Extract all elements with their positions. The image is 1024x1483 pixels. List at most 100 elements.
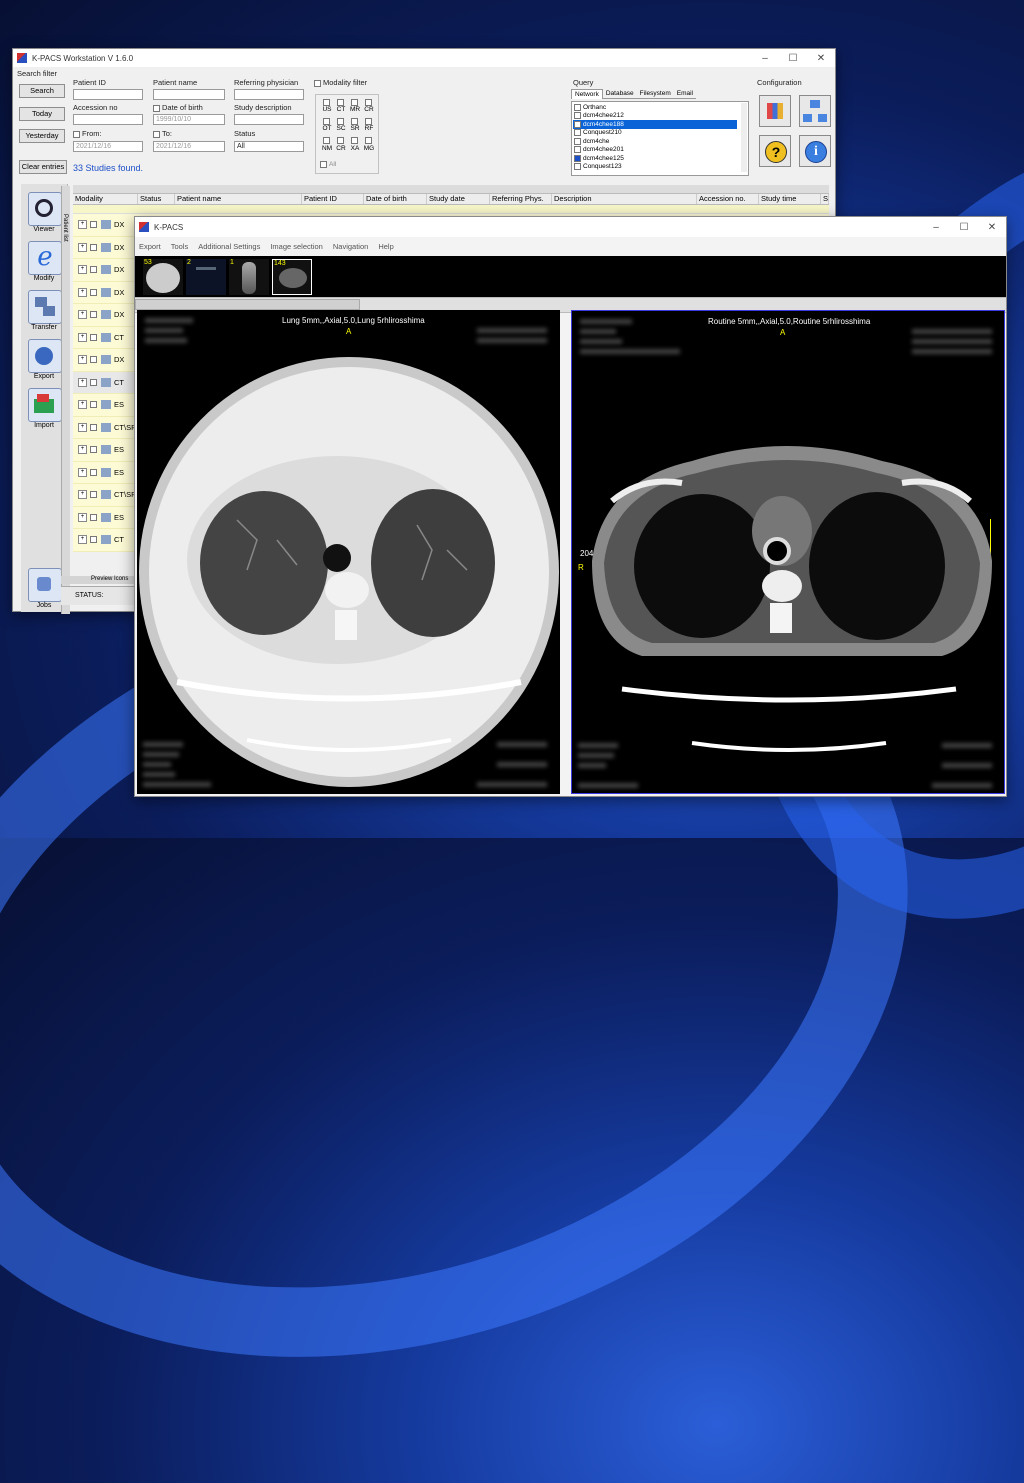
table-top-scrollbar[interactable] bbox=[73, 185, 829, 194]
col-date-of-birth[interactable]: Date of birth bbox=[364, 194, 427, 204]
tab-email[interactable]: Email bbox=[673, 89, 696, 99]
col-status[interactable]: Status bbox=[138, 194, 175, 204]
to-date-input[interactable]: 2021/12/16 bbox=[153, 141, 225, 152]
menu-export[interactable]: Export bbox=[139, 242, 161, 251]
modify-icon[interactable]: e bbox=[28, 241, 62, 275]
close-button[interactable]: ✕ bbox=[807, 53, 835, 64]
row-checkbox[interactable] bbox=[90, 356, 97, 364]
row-checkbox[interactable] bbox=[90, 491, 97, 499]
modality-sr[interactable]: SR bbox=[348, 118, 362, 132]
col-study-date[interactable]: Study date bbox=[427, 194, 490, 204]
expand-row-icon[interactable]: + bbox=[78, 287, 87, 297]
col-modality[interactable]: Modality bbox=[73, 194, 138, 204]
maximize-button[interactable]: ☐ bbox=[779, 53, 807, 64]
row-checkbox[interactable] bbox=[90, 266, 97, 274]
row-checkbox[interactable] bbox=[90, 423, 97, 431]
query-node[interactable]: dcm4chee212 bbox=[573, 112, 737, 121]
jobs-icon[interactable] bbox=[28, 568, 62, 602]
today-button[interactable]: Today bbox=[19, 107, 65, 121]
right-viewport[interactable]: Routine 5mm,,Axial,5.0,Routine 5rhliross… bbox=[571, 310, 1005, 794]
col-s[interactable]: S bbox=[821, 194, 829, 204]
row-checkbox[interactable] bbox=[90, 446, 97, 454]
row-checkbox[interactable] bbox=[90, 311, 97, 319]
from-date-input[interactable]: 2021/12/16 bbox=[73, 141, 143, 152]
expand-row-icon[interactable]: + bbox=[78, 310, 87, 320]
menu-help[interactable]: Help bbox=[378, 242, 393, 251]
config-database-icon[interactable] bbox=[759, 95, 791, 127]
modality-nm[interactable]: NM bbox=[320, 137, 334, 152]
study-description-input[interactable] bbox=[234, 114, 304, 125]
query-node[interactable]: dcm4chee125 bbox=[573, 154, 737, 163]
dob-input[interactable]: 1999/10/10 bbox=[153, 114, 225, 125]
minimize-button[interactable]: – bbox=[922, 222, 950, 233]
row-checkbox[interactable] bbox=[90, 401, 97, 409]
patient-list-tab[interactable]: Patient list bbox=[61, 186, 70, 614]
row-checkbox[interactable] bbox=[90, 536, 97, 544]
transfer-icon[interactable] bbox=[28, 290, 62, 324]
series-thumbnail[interactable]: 1 bbox=[229, 258, 269, 295]
import-icon[interactable] bbox=[28, 388, 62, 422]
dob-checkbox[interactable] bbox=[153, 104, 160, 112]
expand-row-icon[interactable]: + bbox=[78, 242, 87, 252]
help-icon[interactable]: ? bbox=[759, 135, 791, 167]
series-thumbnail[interactable]: 53 bbox=[143, 258, 183, 295]
expand-row-icon[interactable]: + bbox=[78, 400, 87, 410]
modality-mg[interactable]: MG bbox=[362, 137, 376, 152]
patient-name-input[interactable] bbox=[153, 89, 225, 100]
minimize-button[interactable]: – bbox=[751, 53, 779, 64]
expand-row-icon[interactable]: + bbox=[78, 332, 87, 342]
expand-row-icon[interactable]: + bbox=[78, 265, 87, 275]
row-checkbox[interactable] bbox=[90, 333, 97, 341]
menu-navigation[interactable]: Navigation bbox=[333, 242, 368, 251]
expand-row-icon[interactable]: + bbox=[78, 377, 87, 387]
col-study-time[interactable]: Study time bbox=[759, 194, 821, 204]
from-checkbox[interactable] bbox=[73, 130, 80, 138]
series-thumbnail-active[interactable]: 143 bbox=[272, 258, 312, 295]
referring-physician-input[interactable] bbox=[234, 89, 304, 100]
clear-entries-button[interactable]: Clear entries bbox=[19, 160, 67, 174]
config-network-icon[interactable] bbox=[799, 95, 831, 127]
row-checkbox[interactable] bbox=[90, 221, 97, 229]
expand-row-icon[interactable]: + bbox=[78, 535, 87, 545]
expand-row-icon[interactable]: + bbox=[78, 512, 87, 522]
to-checkbox[interactable] bbox=[153, 130, 160, 138]
expand-row-icon[interactable]: + bbox=[78, 355, 87, 365]
expand-row-icon[interactable]: + bbox=[78, 220, 87, 230]
menu-image-selection[interactable]: Image selection bbox=[270, 242, 323, 251]
viewer-icon[interactable] bbox=[28, 192, 62, 226]
col-patient-id[interactable]: Patient ID bbox=[302, 194, 364, 204]
col-referring-phys[interactable]: Referring Phys. bbox=[490, 194, 552, 204]
col-accession-no[interactable]: Accession no. bbox=[697, 194, 759, 204]
expand-row-icon[interactable]: + bbox=[78, 422, 87, 432]
series-thumbnail[interactable]: 2 bbox=[186, 258, 226, 295]
modality-all[interactable]: All bbox=[320, 161, 336, 168]
tab-network[interactable]: Network bbox=[571, 89, 603, 99]
col-patient-name[interactable]: Patient name bbox=[175, 194, 302, 204]
export-icon[interactable] bbox=[28, 339, 62, 373]
modality-mr[interactable]: MR bbox=[348, 99, 362, 113]
maximize-button[interactable]: ☐ bbox=[950, 222, 978, 233]
search-button[interactable]: Search bbox=[19, 84, 65, 98]
expand-row-icon[interactable]: + bbox=[78, 467, 87, 477]
left-viewport[interactable]: Lung 5mm,,Axial,5.0,Lung 5rhlirosshima A… bbox=[137, 310, 560, 794]
preview-icons-bar[interactable]: Preview Icons bbox=[61, 576, 137, 584]
modality-rf[interactable]: RF bbox=[362, 118, 376, 132]
menu-tools[interactable]: Tools bbox=[171, 242, 189, 251]
modality-sc[interactable]: SC bbox=[334, 118, 348, 132]
patient-id-input[interactable] bbox=[73, 89, 143, 100]
expand-row-icon[interactable]: + bbox=[78, 490, 87, 500]
query-node[interactable]: dcm4chee201 bbox=[573, 146, 737, 155]
accession-no-input[interactable] bbox=[73, 114, 143, 125]
row-checkbox[interactable] bbox=[90, 468, 97, 476]
menu-additional-settings[interactable]: Additional Settings bbox=[198, 242, 260, 251]
yesterday-button[interactable]: Yesterday bbox=[19, 129, 65, 143]
modality-cr-2[interactable]: CR bbox=[334, 137, 348, 152]
modality-ot[interactable]: OT bbox=[320, 118, 334, 132]
query-scrollbar[interactable] bbox=[741, 103, 747, 172]
info-icon[interactable]: i bbox=[799, 135, 831, 167]
modality-ct[interactable]: CT bbox=[334, 99, 348, 113]
modality-xa[interactable]: XA bbox=[348, 137, 362, 152]
close-button[interactable]: ✕ bbox=[978, 222, 1006, 233]
row-checkbox[interactable] bbox=[90, 513, 97, 521]
status-select[interactable]: All bbox=[234, 141, 304, 152]
